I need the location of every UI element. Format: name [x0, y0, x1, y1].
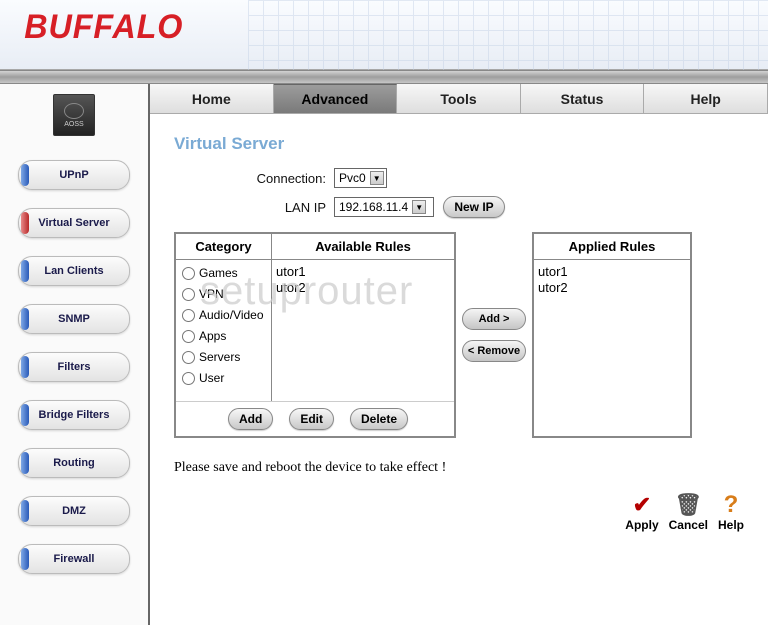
category-radio-audiovideo[interactable]: Audio/Video: [182, 308, 265, 322]
available-rules-list[interactable]: utor1utor2: [272, 260, 454, 401]
category-label: Servers: [199, 350, 240, 364]
question-icon: ?: [718, 492, 744, 518]
connection-label: Connection:: [174, 171, 334, 186]
sidebar-item-label: DMZ: [19, 505, 129, 517]
sidebar-item-upnp[interactable]: UPnP: [18, 160, 130, 190]
cancel-label: Cancel: [669, 518, 708, 532]
applied-rule-item[interactable]: utor1: [538, 264, 686, 280]
sidebar: AOSS UPnP Virtual Server Lan Clients SNMP Fi…: [0, 84, 150, 625]
tab-tools[interactable]: Tools: [397, 84, 521, 113]
lanip-label: LAN IP: [174, 200, 334, 215]
sidebar-item-firewall[interactable]: Firewall: [18, 544, 130, 574]
radio-input[interactable]: [182, 288, 195, 301]
sidebar-cap-icon: [21, 452, 29, 474]
category-label: Games: [199, 266, 238, 280]
add-rule-button[interactable]: Add: [228, 408, 273, 430]
category-label: Apps: [199, 329, 226, 343]
category-label: VPN: [199, 287, 224, 301]
sidebar-item-dmz[interactable]: DMZ: [18, 496, 130, 526]
category-radio-apps[interactable]: Apps: [182, 329, 265, 343]
help-button[interactable]: ? Help: [718, 492, 744, 532]
tab-status[interactable]: Status: [521, 84, 645, 113]
connection-value: Pvc0: [339, 171, 366, 185]
help-label: Help: [718, 518, 744, 532]
save-reboot-note: Please save and reboot the device to tak…: [174, 460, 744, 476]
available-rule-item[interactable]: utor1: [276, 264, 450, 280]
available-rules-panel: Category Available Rules Games VPN Audio/V…: [174, 232, 456, 438]
aoss-label: AOSS: [64, 121, 83, 128]
dropdown-arrow-icon: ▼: [370, 171, 384, 185]
sidebar-cap-icon: [21, 212, 29, 234]
radio-input[interactable]: [182, 267, 195, 280]
radio-input[interactable]: [182, 372, 195, 385]
delete-rule-button[interactable]: Delete: [350, 408, 408, 430]
sidebar-item-virtual-server[interactable]: Virtual Server: [18, 208, 130, 238]
sidebar-item-label: UPnP: [19, 169, 129, 181]
apply-button[interactable]: ✔ Apply: [625, 492, 658, 532]
sidebar-cap-icon: [21, 260, 29, 282]
category-radio-vpn[interactable]: VPN: [182, 287, 265, 301]
applied-rule-item[interactable]: utor2: [538, 280, 686, 296]
tab-help[interactable]: Help: [644, 84, 768, 113]
trash-icon: 🗑: [675, 492, 701, 518]
page-title: Virtual Server: [174, 134, 744, 154]
sidebar-cap-icon: [21, 500, 29, 522]
sidebar-item-filters[interactable]: Filters: [18, 352, 130, 382]
apply-label: Apply: [625, 518, 658, 532]
applied-rules-panel: Applied Rules utor1utor2: [532, 232, 692, 438]
tab-advanced[interactable]: Advanced: [274, 84, 398, 113]
applied-rules-list[interactable]: utor1utor2: [534, 260, 690, 436]
category-radio-user[interactable]: User: [182, 371, 265, 385]
applied-rules-header: Applied Rules: [534, 234, 690, 259]
sidebar-item-label: Routing: [19, 457, 129, 469]
connection-select[interactable]: Pvc0 ▼: [334, 168, 387, 188]
radio-input[interactable]: [182, 351, 195, 364]
category-label: Audio/Video: [199, 308, 264, 322]
sidebar-item-label: Virtual Server: [19, 217, 129, 229]
checkmark-icon: ✔: [629, 492, 655, 518]
sidebar-cap-icon: [21, 164, 29, 186]
sidebar-cap-icon: [21, 404, 29, 426]
sidebar-item-label: Filters: [19, 361, 129, 373]
new-ip-button[interactable]: New IP: [443, 196, 504, 218]
category-header: Category: [176, 234, 272, 259]
sidebar-item-label: Bridge Filters: [19, 409, 129, 421]
sidebar-cap-icon: [21, 356, 29, 378]
category-label: User: [199, 371, 224, 385]
radio-input[interactable]: [182, 309, 195, 322]
edit-rule-button[interactable]: Edit: [289, 408, 334, 430]
tab-bar: HomeAdvancedToolsStatusHelp: [150, 84, 768, 114]
tab-home[interactable]: Home: [150, 84, 274, 113]
sidebar-item-routing[interactable]: Routing: [18, 448, 130, 478]
add-to-applied-button[interactable]: Add >: [462, 308, 526, 330]
brand-logo: BUFFALO: [24, 8, 183, 47]
sidebar-item-label: Firewall: [19, 553, 129, 565]
sidebar-item-lan-clients[interactable]: Lan Clients: [18, 256, 130, 286]
lanip-value: 192.168.11.4: [339, 200, 408, 214]
cancel-button[interactable]: 🗑 Cancel: [669, 492, 708, 532]
sidebar-item-bridge-filters[interactable]: Bridge Filters: [18, 400, 130, 430]
sidebar-cap-icon: [21, 548, 29, 570]
radio-input[interactable]: [182, 330, 195, 343]
dropdown-arrow-icon: ▼: [412, 200, 426, 214]
remove-from-applied-button[interactable]: < Remove: [462, 340, 526, 362]
aoss-button[interactable]: AOSS: [53, 94, 95, 136]
available-rules-header: Available Rules: [272, 234, 454, 259]
aoss-icon: [64, 103, 84, 119]
sidebar-cap-icon: [21, 308, 29, 330]
sidebar-item-label: Lan Clients: [19, 265, 129, 277]
available-rule-item[interactable]: utor2: [276, 280, 450, 296]
category-radio-games[interactable]: Games: [182, 266, 265, 280]
sidebar-item-label: SNMP: [19, 313, 129, 325]
sidebar-item-snmp[interactable]: SNMP: [18, 304, 130, 334]
separator-bar: [0, 70, 768, 84]
category-radio-servers[interactable]: Servers: [182, 350, 265, 364]
lanip-select[interactable]: 192.168.11.4 ▼: [334, 197, 434, 217]
